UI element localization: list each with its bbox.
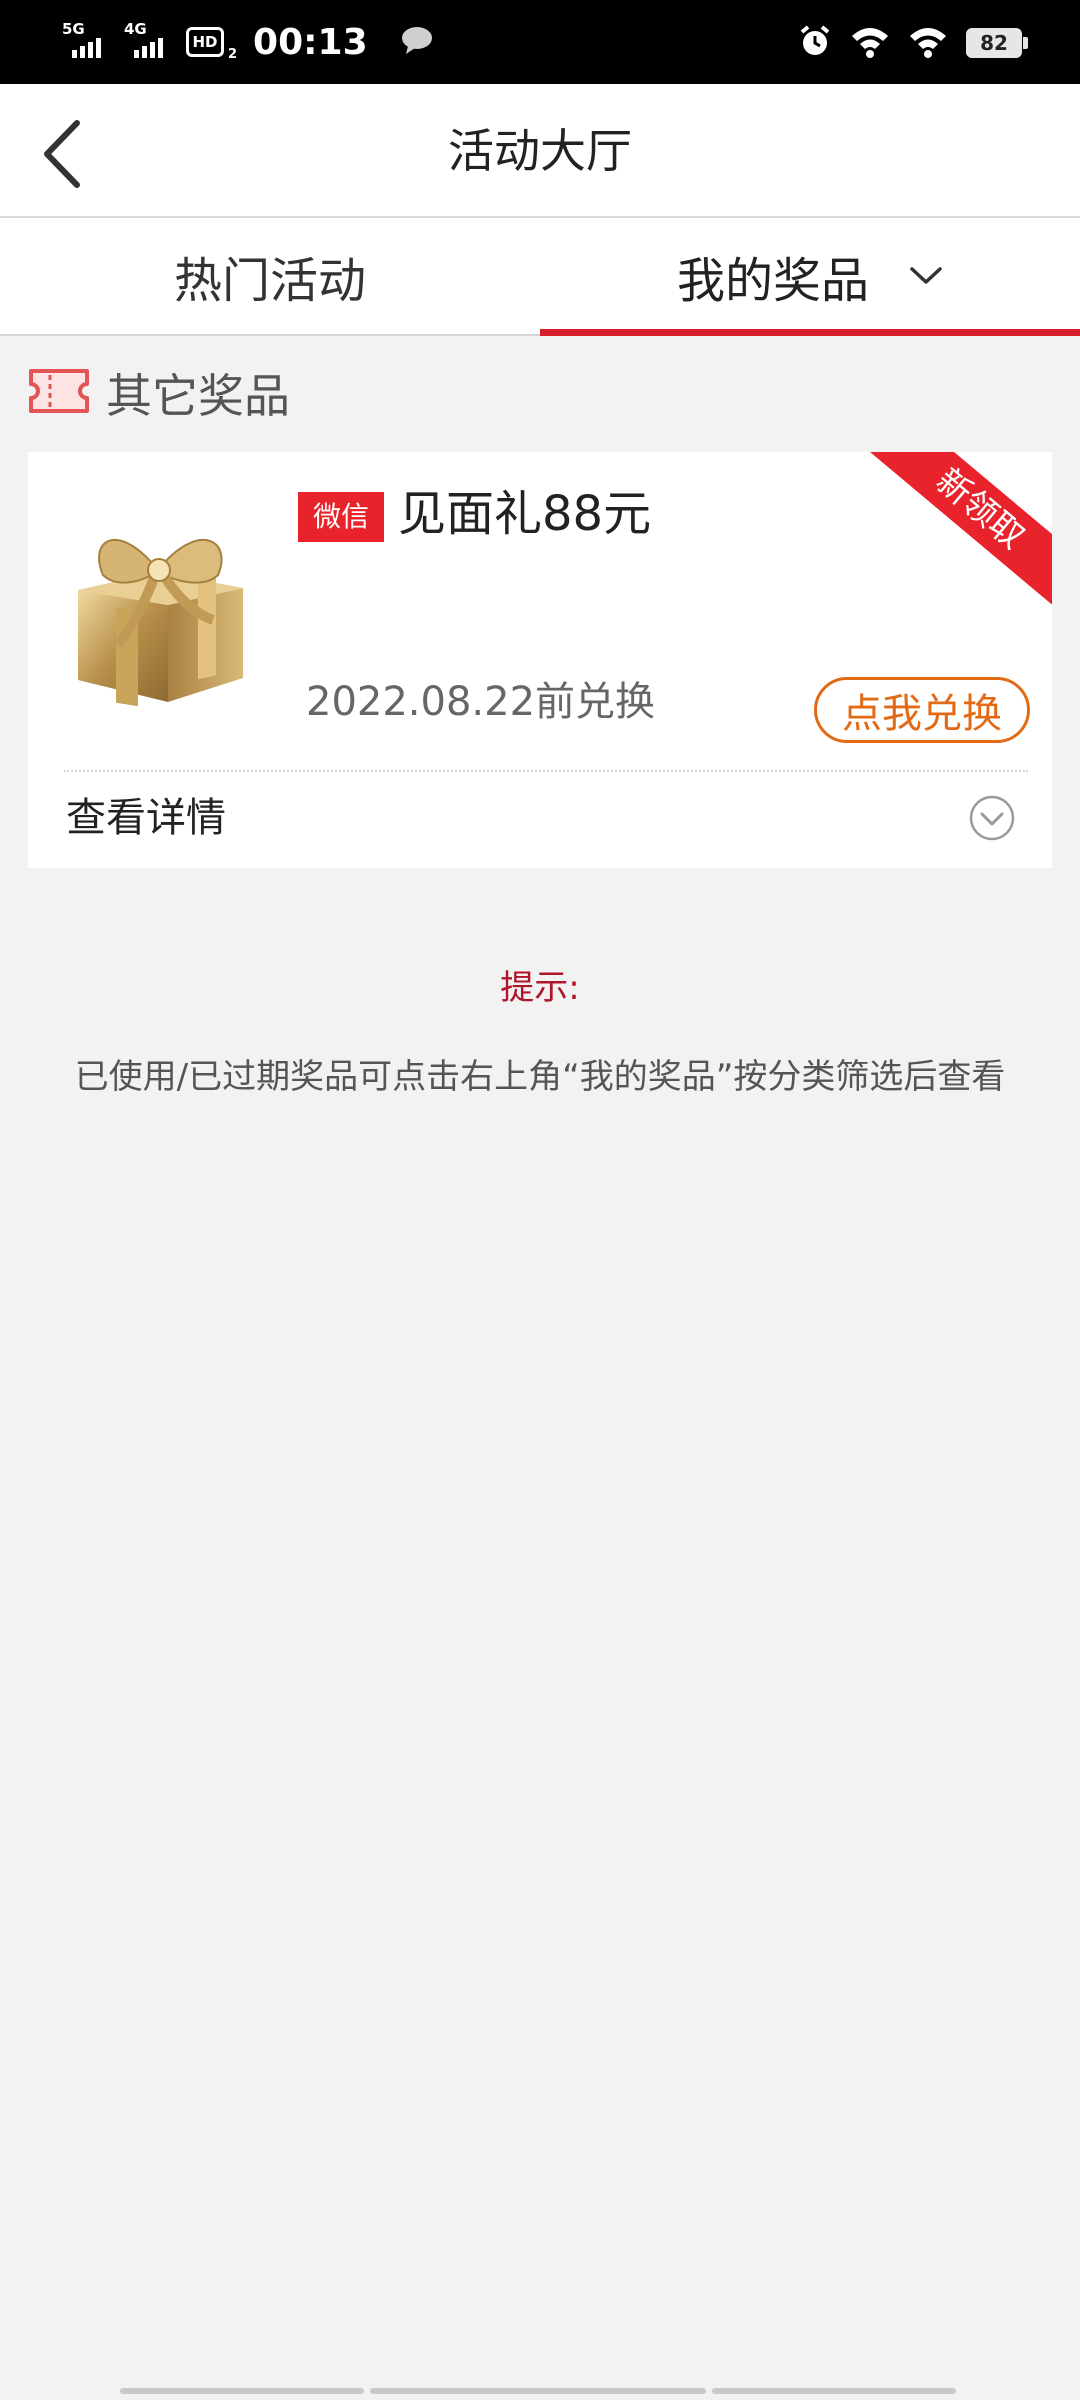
battery-icon: 82 bbox=[966, 28, 1028, 58]
tab-my-prizes[interactable]: 我的奖品 bbox=[540, 218, 1080, 336]
section-title: 其它奖品 bbox=[106, 369, 290, 423]
redeem-button[interactable]: 点我兑换 bbox=[814, 677, 1030, 743]
expand-circle-icon[interactable] bbox=[968, 794, 1016, 842]
status-left: 5G 4G HD 2 00:13 bbox=[62, 18, 434, 66]
signal-4g-icon: 4G bbox=[124, 22, 176, 62]
status-right: 82 bbox=[798, 22, 1028, 64]
tip-title: 提示: bbox=[500, 968, 580, 1008]
chevron-down-icon[interactable] bbox=[909, 265, 943, 287]
back-button[interactable] bbox=[22, 114, 102, 194]
wifi-icon bbox=[908, 24, 948, 62]
expire-date: 2022.08.22前兑换 bbox=[306, 679, 656, 725]
tab-bar: 热门活动 我的奖品 bbox=[0, 218, 1080, 336]
alarm-icon bbox=[798, 24, 832, 62]
gift-box-image bbox=[48, 480, 268, 710]
section-heading: 其它奖品 bbox=[28, 362, 290, 424]
new-claim-ribbon: 新领取 bbox=[863, 452, 1052, 614]
view-details-row[interactable]: 查看详情 bbox=[28, 772, 1052, 868]
prize-title: 见面礼88元 bbox=[398, 486, 652, 542]
network-type-label: 5G bbox=[62, 20, 85, 38]
wifi-icon bbox=[850, 24, 890, 62]
tab-label: 热门活动 bbox=[173, 253, 366, 309]
hd-voice-sub: 2 bbox=[228, 47, 238, 62]
ticket-icon bbox=[28, 366, 90, 420]
page-title: 活动大厅 bbox=[448, 124, 632, 178]
message-icon bbox=[400, 25, 434, 59]
status-time: 00:13 bbox=[253, 21, 368, 63]
prize-card[interactable]: 微信 见面礼88元 2022.08.22前兑换 点我兑换 新领取 查看详情 bbox=[28, 452, 1052, 868]
signal-5g-icon: 5G bbox=[62, 22, 114, 62]
app-header: 活动大厅 bbox=[0, 84, 1080, 218]
source-badge: 微信 bbox=[298, 492, 384, 542]
bottom-gesture-bar bbox=[120, 2388, 956, 2394]
hd-voice-icon: HD bbox=[186, 27, 224, 57]
tab-label: 我的奖品 bbox=[676, 253, 869, 309]
network-type-label: 4G bbox=[124, 20, 147, 38]
tip-body: 已使用/已过期奖品可点击右上角“我的奖品”按分类筛选后查看 bbox=[74, 1057, 1006, 1097]
tab-hot-activities[interactable]: 热门活动 bbox=[0, 218, 540, 334]
chevron-left-icon bbox=[44, 120, 80, 188]
status-bar: 5G 4G HD 2 00:13 82 bbox=[0, 0, 1080, 84]
view-details-label: 查看详情 bbox=[66, 795, 226, 841]
